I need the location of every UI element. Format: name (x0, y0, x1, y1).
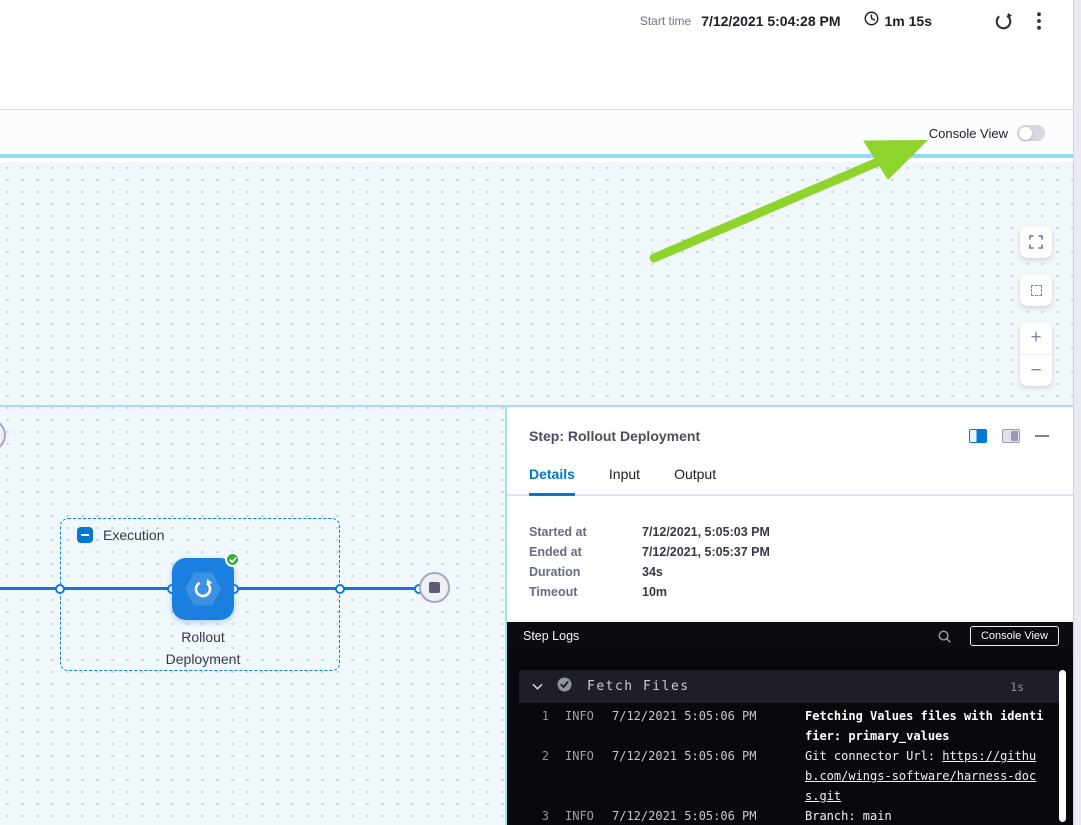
section-success-check-icon (557, 677, 572, 697)
detail-label: Ended at (529, 542, 642, 562)
log-level: INFO (549, 806, 601, 825)
collapse-group-button[interactable] (77, 527, 93, 543)
step-logs-title: Step Logs (523, 629, 937, 643)
detail-value: 10m (642, 582, 667, 602)
logs-scrollbar-thumb[interactable] (1059, 670, 1066, 822)
fit-to-screen-button[interactable] (1020, 274, 1052, 306)
log-timestamp: 7/12/2021 5:05:06 PM (601, 706, 805, 746)
execution-group-label: Execution (103, 527, 164, 543)
zoom-pill: + − (1020, 322, 1052, 386)
log-section-title: Fetch Files (587, 679, 1010, 694)
fit-selection-icon (1031, 285, 1042, 296)
view-toolbar: Console View (0, 111, 1081, 158)
log-line-number: 2 (519, 746, 549, 806)
log-row: 3INFO7/12/2021 5:05:06 PMBranch: main (507, 806, 1073, 825)
refresh-button[interactable] (994, 12, 1013, 31)
details-list: Started at7/12/2021, 5:05:03 PMEnded at7… (529, 522, 1073, 602)
detail-label: Timeout (529, 582, 642, 602)
panel-title: Step: Rollout Deployment (529, 428, 969, 444)
connection-point (55, 584, 65, 594)
log-line-number: 3 (519, 806, 549, 825)
log-message: Git connector Url: https://github.com/wi… (805, 746, 1046, 806)
console-view-toggle[interactable] (1017, 125, 1045, 141)
pipeline-end-node[interactable] (419, 572, 450, 603)
log-rows: 1INFO7/12/2021 5:05:06 PMFetching Values… (507, 706, 1073, 825)
detail-value: 7/12/2021, 5:05:37 PM (642, 542, 770, 562)
start-time-value: 7/12/2021 5:04:28 PM (701, 13, 840, 29)
zoom-in-button[interactable]: + (1020, 322, 1052, 354)
stop-icon (429, 582, 440, 593)
log-row: 1INFO7/12/2021 5:05:06 PMFetching Values… (507, 706, 1073, 746)
step-logs-bar: Step Logs Console View (507, 622, 1073, 650)
search-logs-button[interactable] (937, 629, 952, 644)
log-row: 2INFO7/12/2021 5:05:06 PMGit connector U… (507, 746, 1073, 806)
canvas-zoom-controls: + − (1020, 226, 1052, 386)
panel-tabs: Details Input Output (507, 466, 1073, 496)
success-check-badge (225, 552, 240, 567)
fullscreen-button[interactable] (1020, 226, 1052, 258)
detail-row: Started at7/12/2021, 5:05:03 PM (529, 522, 1073, 542)
execution-header: Start time 7/12/2021 5:04:28 PM 1m 15s (0, 0, 1081, 110)
detail-label: Duration (529, 562, 642, 582)
detail-row: Duration34s (529, 562, 1073, 582)
rollout-refresh-icon (192, 578, 214, 605)
tab-details[interactable]: Details (529, 466, 575, 496)
detail-value: 34s (642, 562, 663, 582)
minimize-panel-button[interactable] (1035, 435, 1049, 438)
step-logs-console: Fetch Files 1s 1INFO7/12/2021 5:05:06 PM… (507, 650, 1073, 825)
detail-label: Started at (529, 522, 642, 542)
detail-row: Ended at7/12/2021, 5:05:37 PM (529, 542, 1073, 562)
execution-meta: Start time 7/12/2021 5:04:28 PM 1m 15s (640, 9, 1041, 33)
log-section-fetch-files[interactable]: Fetch Files 1s (519, 670, 1059, 703)
clock-icon (863, 10, 880, 32)
log-level: INFO (549, 746, 601, 806)
elapsed-duration: 1m 15s (863, 10, 932, 32)
start-time-label: Start time (640, 14, 691, 28)
elapsed-text: 1m 15s (885, 13, 932, 29)
console-view-button[interactable]: Console View (970, 626, 1059, 646)
console-view-label: Console View (929, 126, 1008, 141)
log-section-duration: 1s (1010, 680, 1024, 694)
log-timestamp: 7/12/2021 5:05:06 PM (601, 806, 805, 825)
step-details-panel: Step: Rollout Deployment Details Input Out… (505, 405, 1073, 825)
chevron-down-icon[interactable] (532, 683, 543, 691)
split-view-bottom-icon[interactable] (1002, 429, 1020, 443)
log-message: Fetching Values files with identifier: p… (805, 706, 1046, 746)
more-options-kebab-menu[interactable] (1037, 12, 1041, 30)
detail-value: 7/12/2021, 5:05:03 PM (642, 522, 770, 542)
toggle-knob (1019, 127, 1032, 140)
zoom-out-button[interactable]: − (1020, 354, 1052, 386)
log-message: Branch: main (805, 806, 1046, 825)
rollout-deployment-step-node[interactable] (172, 558, 234, 620)
stage-start-node-partial[interactable] (0, 419, 6, 451)
tab-input[interactable]: Input (609, 466, 640, 496)
detail-row: Timeout10m (529, 582, 1073, 602)
log-timestamp: 7/12/2021 5:05:06 PM (601, 746, 805, 806)
log-line-number: 1 (519, 706, 549, 746)
page-scrollbar-track[interactable] (1073, 0, 1081, 825)
split-view-right-icon[interactable] (969, 429, 987, 443)
log-level: INFO (549, 706, 601, 746)
tab-output[interactable]: Output (674, 466, 716, 496)
step-node-label: Rollout Deployment (113, 626, 293, 670)
connection-point (335, 584, 345, 594)
